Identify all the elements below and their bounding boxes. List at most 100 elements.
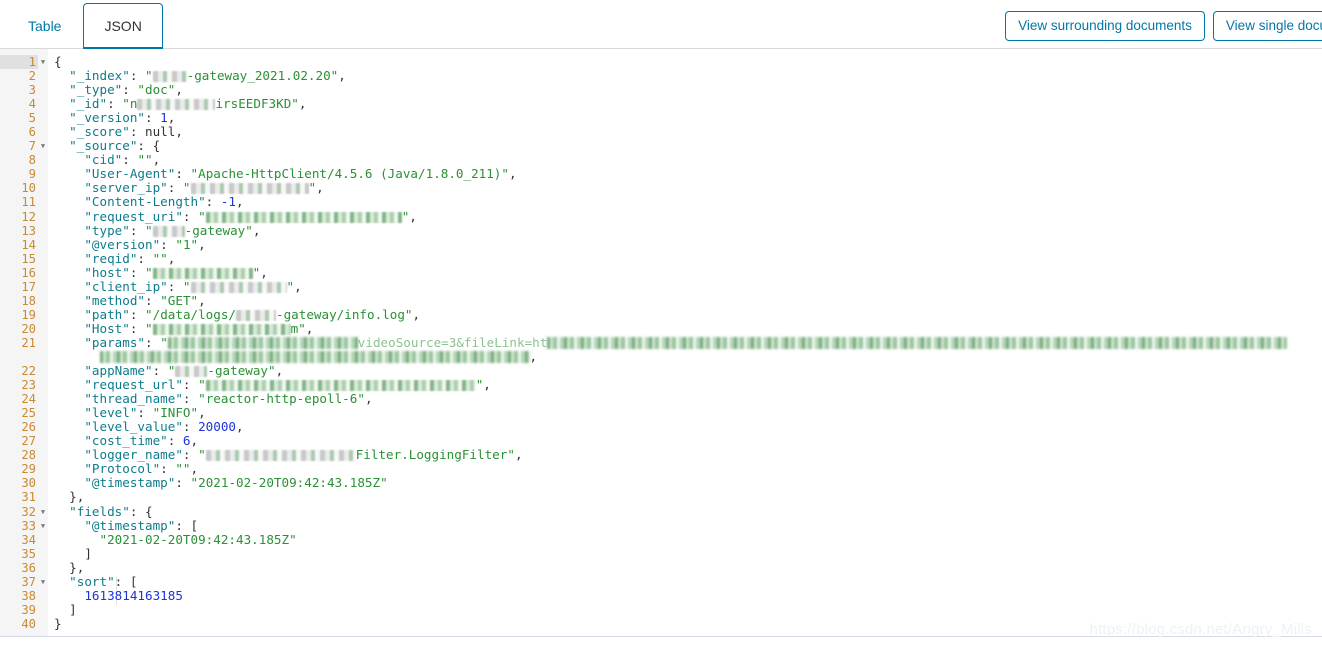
code-line[interactable]: 35 ] (0, 546, 1322, 561)
json-key: "sort" (69, 573, 115, 589)
code-line[interactable]: 16 "host": " ", (0, 265, 1322, 280)
json-value: reactor-http-epoll-6 (205, 391, 358, 407)
line-number: 10 (21, 181, 36, 196)
code-line[interactable]: 8 "cid": "", (0, 153, 1322, 168)
code-line[interactable]: 13 "type": " -gateway", (0, 223, 1322, 238)
line-number: 4 (28, 97, 36, 112)
json-value: -1 (220, 194, 237, 210)
json-value: 1613814163185 (84, 587, 183, 603)
code-line[interactable]: 39 ] (0, 602, 1322, 617)
fold-arrow-icon[interactable]: ▼ (38, 505, 48, 519)
code-line[interactable]: 38 1613814163185 (0, 587, 1322, 603)
line-number: 29 (21, 462, 36, 477)
line-number: 21 (21, 335, 36, 350)
line-number: 15 (21, 251, 36, 266)
redacted-block (99, 350, 530, 363)
json-key: "method" (84, 292, 146, 308)
line-number: 8 (28, 153, 36, 168)
line-number: 13 (21, 223, 36, 238)
json-value: 2021-02-20T09:42:43.185Z (198, 475, 381, 491)
line-number: 5 (28, 111, 36, 126)
line-number: 6 (28, 125, 36, 140)
code-line[interactable]: 18 "method": "GET", (0, 292, 1322, 308)
redacted-block (152, 267, 253, 279)
code-content[interactable]: 1 ▼ { 2 "_index": " -gateway_2021.02.20",… (0, 49, 1322, 636)
line-number: 30 (21, 476, 36, 491)
fold-arrow-icon[interactable]: ▼ (38, 139, 48, 153)
fold-arrow-icon[interactable]: ▼ (38, 519, 48, 533)
code-line[interactable]: 30 "@timestamp": "2021-02-20T09:42:43.18… (0, 475, 1322, 491)
redacted-block (190, 183, 309, 195)
redacted-block (547, 336, 1288, 349)
code-line[interactable]: 29 "Protocol": "", (0, 461, 1322, 477)
json-code-editor[interactable]: 1 ▼ { 2 "_index": " -gateway_2021.02.20",… (0, 49, 1322, 637)
json-key: "logger_name" (84, 447, 183, 463)
code-line[interactable]: 9 "User-Agent": "Apache-HttpClient/4.5.6… (0, 167, 1322, 182)
code-line[interactable]: 14 "@version": "1", (0, 237, 1322, 252)
tab-json[interactable]: JSON (83, 3, 163, 49)
code-line[interactable]: 6 "_score": null, (0, 124, 1322, 140)
json-document-viewer: Table JSON View surrounding documents Vi… (0, 0, 1322, 646)
json-key: "appName" (84, 363, 153, 379)
redacted-block (205, 211, 402, 223)
redacted-block (167, 336, 358, 349)
json-key: "@timestamp" (84, 517, 176, 533)
code-line[interactable]: 15 "reqid": "", (0, 251, 1322, 266)
line-number: 2 (28, 69, 36, 84)
tab-table[interactable]: Table (6, 4, 83, 48)
code-line-wrapped: , (0, 349, 1322, 364)
line-number: 32 (21, 504, 36, 519)
code-line[interactable]: 31 }, (0, 490, 1322, 505)
code-line[interactable]: 25 "level": "INFO", (0, 405, 1322, 421)
fold-arrow-icon[interactable]: ▼ (38, 575, 48, 589)
json-value: doc (145, 82, 168, 98)
json-key: "client_ip" (84, 278, 168, 294)
code-line[interactable]: 2 "_index": " -gateway_2021.02.20", (0, 69, 1322, 84)
code-line[interactable]: 5 "_version": 1, (0, 111, 1322, 126)
line-number: 17 (21, 279, 36, 294)
line-number: 23 (21, 378, 36, 393)
code-line[interactable]: 17 "client_ip": " ", (0, 278, 1322, 294)
line-number: 9 (28, 167, 36, 182)
code-line[interactable]: 21 "params": " videoSource=3&fileLink=ht (0, 335, 1322, 350)
line-number: 40 (21, 616, 36, 631)
json-key: "Protocol" (84, 461, 161, 477)
json-key: "server_ip" (84, 180, 168, 196)
view-single-document-button[interactable]: View single document (1212, 11, 1322, 41)
line-number: 7 (28, 139, 36, 154)
code-line[interactable]: 28 "logger_name": " Filter.LoggingFilter"… (0, 447, 1322, 463)
code-line[interactable]: 20 "Host": " m", (0, 320, 1322, 336)
code-line[interactable]: 7 ▼ "_source": { (0, 139, 1322, 154)
json-value: -gateway (207, 363, 269, 379)
view-surrounding-documents-button[interactable]: View surrounding documents (1005, 11, 1205, 41)
json-key: "Host" (84, 320, 130, 336)
code-line[interactable]: 24 "thread_name": "reactor-http-epoll-6"… (0, 391, 1322, 407)
code-line[interactable]: 37 ▼ "sort": [ (0, 573, 1322, 589)
line-number: 12 (21, 209, 36, 224)
code-line[interactable]: 1 ▼ { (0, 54, 1322, 70)
redacted-block (137, 99, 216, 111)
line-number: 14 (21, 237, 36, 252)
code-line[interactable]: 4 "_id": "n irsEEDF3KD", (0, 97, 1322, 112)
json-value: null (145, 124, 176, 140)
json-key: "cost_time" (84, 433, 168, 449)
code-line[interactable]: 12 "request_uri": " ", (0, 209, 1322, 224)
code-line[interactable]: 10 "server_ip": " ", (0, 180, 1322, 196)
line-number: 11 (21, 195, 36, 210)
code-line[interactable]: 36 }, (0, 560, 1322, 575)
line-number: 26 (21, 420, 36, 435)
code-line[interactable]: 22 "appName": " -gateway", (0, 363, 1322, 379)
code-line[interactable]: 33 ▼ "@timestamp": [ (0, 517, 1322, 533)
code-line[interactable]: 3 "_type": "doc", (0, 82, 1322, 98)
code-line[interactable]: 32 ▼ "fields": { (0, 504, 1322, 519)
code-line[interactable]: 27 "cost_time": 6, (0, 433, 1322, 449)
fold-arrow-icon[interactable]: ▼ (38, 55, 48, 69)
line-number: 1 (0, 55, 38, 70)
code-line[interactable]: 19 "path": "/data/logs/-gateway/info.log… (0, 307, 1322, 322)
code-line[interactable]: 11 "Content-Length": -1, (0, 194, 1322, 210)
code-line[interactable]: 34 "2021-02-20T09:42:43.185Z" (0, 532, 1322, 547)
line-number: 34 (21, 532, 36, 547)
code-line[interactable]: 26 "level_value": 20000, (0, 420, 1322, 435)
code-line[interactable]: 23 "request_url": " ", (0, 378, 1322, 393)
json-key: "level" (84, 405, 138, 421)
